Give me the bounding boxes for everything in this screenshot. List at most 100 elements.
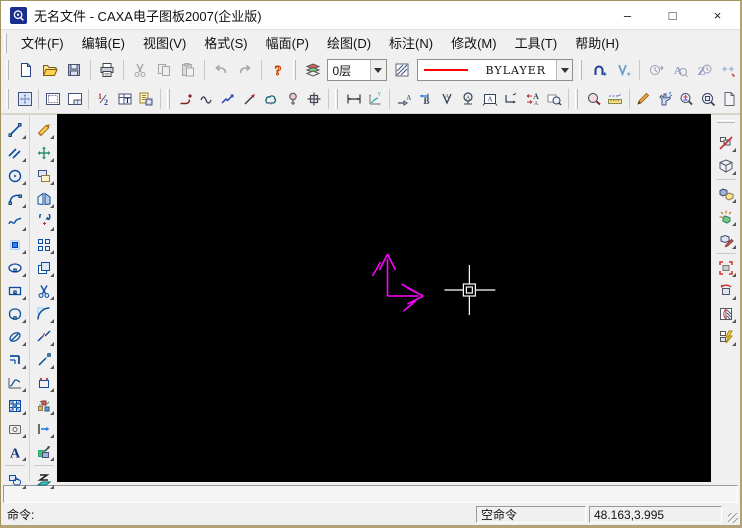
title-block-button[interactable]: T <box>64 87 85 112</box>
view-bracket-button[interactable] <box>713 256 738 279</box>
minimize-button[interactable]: – <box>605 1 650 29</box>
redo-button[interactable] <box>233 57 257 83</box>
text-style-button[interactable]: AA <box>522 87 543 112</box>
scatter-arrows-button[interactable] <box>716 57 740 83</box>
menu-item-1[interactable]: 文件(F) <box>12 29 73 56</box>
cut-button[interactable] <box>128 57 152 83</box>
polyline-button[interactable] <box>175 87 196 112</box>
weld-symbol-button[interactable] <box>304 87 325 112</box>
zoom-detail-button[interactable] <box>543 87 564 112</box>
profile-curve-button[interactable] <box>3 371 28 394</box>
hole-button[interactable] <box>282 87 303 112</box>
roughness-button[interactable]: A <box>457 87 478 112</box>
layers-button[interactable] <box>301 57 325 83</box>
ruler-button[interactable] <box>604 87 625 112</box>
datum-button[interactable]: A <box>393 87 414 112</box>
datum-b-button[interactable]: B <box>415 87 436 112</box>
edit-block-button[interactable] <box>713 228 738 251</box>
menu-item-8[interactable]: 修改(M) <box>442 29 506 56</box>
array-button[interactable] <box>31 233 56 256</box>
table-button[interactable]: T <box>114 87 135 112</box>
align-edge-button[interactable] <box>31 371 56 394</box>
hatch-pen-button[interactable] <box>3 325 28 348</box>
ortho-n-button[interactable] <box>587 57 611 83</box>
grid-hatch-button[interactable] <box>3 394 28 417</box>
point-button[interactable] <box>3 233 28 256</box>
resize-grip[interactable] <box>725 511 739 525</box>
zoom-window-button[interactable] <box>697 87 718 112</box>
zoom-extents-button[interactable] <box>14 87 35 112</box>
block-flash-button[interactable] <box>713 325 738 348</box>
close-button[interactable]: × <box>695 1 740 29</box>
menu-item-9[interactable]: 工具(T) <box>506 29 567 56</box>
wave-button[interactable] <box>196 87 217 112</box>
section-view-button[interactable] <box>713 302 738 325</box>
iso-box-button[interactable] <box>713 154 738 177</box>
save-button[interactable] <box>62 57 86 83</box>
print-button[interactable] <box>95 57 119 83</box>
menu-item-5[interactable]: 幅面(P) <box>257 29 318 56</box>
stretch-button[interactable] <box>31 417 56 440</box>
formula-curve-button[interactable] <box>3 302 28 325</box>
block-hide-button[interactable] <box>713 131 738 154</box>
open-folder-button[interactable] <box>38 57 62 83</box>
circle-button[interactable] <box>3 164 28 187</box>
contour-button[interactable] <box>261 87 282 112</box>
coord-dim-button[interactable]: Y <box>365 87 386 112</box>
drag-hand-button[interactable] <box>654 87 675 112</box>
copy-stamp-button[interactable] <box>31 164 56 187</box>
frame-button[interactable] <box>42 87 63 112</box>
new-page-button[interactable] <box>719 87 740 112</box>
explode-button[interactable] <box>31 394 56 417</box>
drawing-canvas[interactable] <box>57 114 711 482</box>
rotate-button[interactable] <box>31 210 56 233</box>
zoom-text-button[interactable]: A <box>668 57 692 83</box>
paste-button[interactable] <box>176 57 200 83</box>
chevron-down-icon[interactable] <box>556 60 572 80</box>
extend-button[interactable] <box>31 348 56 371</box>
z-order-button[interactable] <box>31 468 56 491</box>
toolbar-grip[interactable] <box>579 60 582 80</box>
tolerance-button[interactable]: A <box>436 87 457 112</box>
serial-number-button[interactable]: 12 <box>92 87 113 112</box>
move-button[interactable] <box>31 141 56 164</box>
box-a-button[interactable]: A <box>479 87 500 112</box>
fillet-button[interactable] <box>31 302 56 325</box>
zoom-inout-button[interactable] <box>676 87 697 112</box>
help-button[interactable]: ? <box>266 57 290 83</box>
layer-select[interactable]: 0层 <box>327 59 386 81</box>
toolbar-grip[interactable] <box>335 89 338 109</box>
spline-button[interactable] <box>3 210 28 233</box>
line-button[interactable] <box>3 118 28 141</box>
menu-item-2[interactable]: 编辑(E) <box>73 29 134 56</box>
block-button[interactable] <box>3 468 28 491</box>
rectangle-button[interactable] <box>3 279 28 302</box>
copy-block-button[interactable] <box>713 182 738 205</box>
leader-button[interactable] <box>239 87 260 112</box>
dynamic-pan-button[interactable] <box>644 57 668 83</box>
break-button[interactable] <box>31 325 56 348</box>
offset-button[interactable] <box>31 256 56 279</box>
toolbar-grip[interactable] <box>575 89 578 109</box>
explode-block-button[interactable] <box>713 205 738 228</box>
toolbar-grip[interactable] <box>6 89 9 109</box>
text-button[interactable]: A <box>3 440 28 463</box>
ellipse-button[interactable] <box>3 256 28 279</box>
menu-item-4[interactable]: 格式(S) <box>195 29 256 56</box>
toolbar-grip[interactable] <box>717 120 735 123</box>
sketch-pencil-button[interactable] <box>633 87 654 112</box>
rotate-view-button[interactable] <box>713 279 738 302</box>
ortho-v-button[interactable] <box>611 57 635 83</box>
menu-grip[interactable] <box>4 33 7 53</box>
check-button[interactable] <box>583 87 604 112</box>
menu-item-6[interactable]: 绘图(D) <box>318 29 380 56</box>
toolbar-grip[interactable] <box>6 60 9 80</box>
chevron-down-icon[interactable] <box>370 60 386 80</box>
mirror-button[interactable] <box>31 187 56 210</box>
new-file-button[interactable] <box>14 57 38 83</box>
toolbar-grip[interactable] <box>293 60 296 80</box>
linear-dim-button[interactable] <box>343 87 364 112</box>
corner-poly-button[interactable] <box>3 348 28 371</box>
command-history-strip[interactable] <box>3 485 738 503</box>
undo-button[interactable] <box>209 57 233 83</box>
